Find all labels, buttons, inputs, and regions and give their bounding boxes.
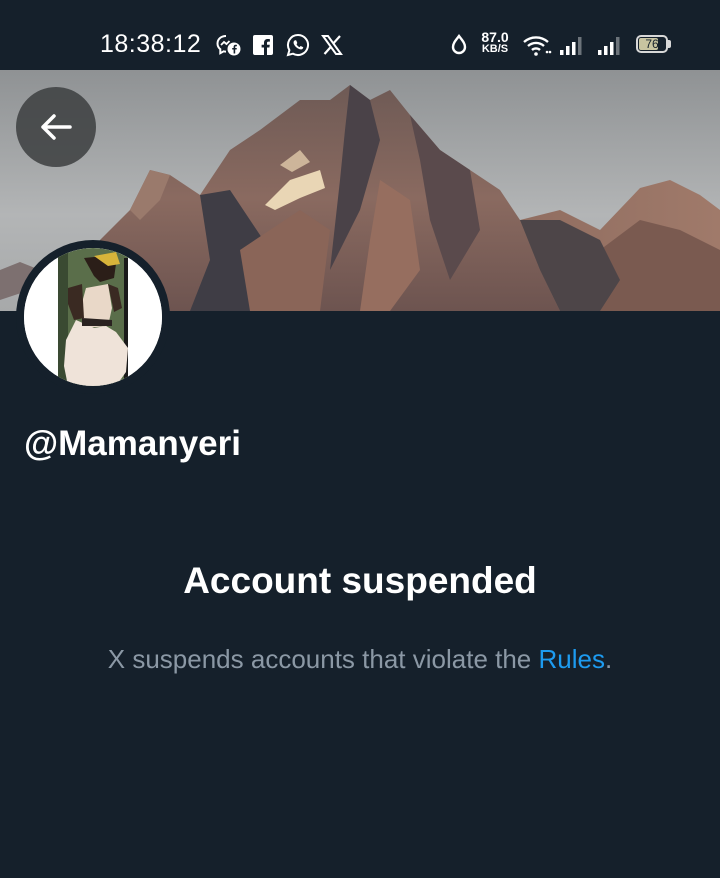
- profile-handle: @Mamanyeri: [24, 424, 241, 463]
- avatar-border: [16, 240, 170, 394]
- network-speed-value: 87.0: [481, 29, 509, 45]
- status-time: 18:38:12: [100, 30, 202, 58]
- facebook-icon: [253, 35, 273, 55]
- suspended-message-text: X suspends accounts that violate the: [107, 644, 539, 674]
- whatsapp-icon: [286, 33, 310, 57]
- battery-tip: [668, 40, 671, 48]
- network-speed: 87.0 KB/S: [478, 29, 512, 55]
- avatar[interactable]: [24, 248, 162, 386]
- wifi-icon: [523, 36, 552, 56]
- suspended-message: X suspends accounts that violate the Rul…: [0, 644, 720, 675]
- cell-signal-1-icon: [560, 37, 582, 55]
- data-saver-icon: [451, 34, 467, 55]
- rules-link[interactable]: Rules: [539, 644, 605, 674]
- suspended-title: Account suspended: [183, 560, 537, 601]
- x-icon: [321, 35, 343, 55]
- messenger-icon: [216, 35, 241, 56]
- suspended-message-end: .: [604, 644, 613, 674]
- status-bar: 18:38:12 87.0 KB/S 76: [0, 0, 720, 70]
- arrow-left-icon: [41, 114, 72, 140]
- battery-icon: 76: [636, 35, 668, 53]
- profile-page: 18:38:12 87.0 KB/S 76 @Mamanyeri Account…: [0, 0, 720, 878]
- network-speed-unit: KB/S: [481, 43, 509, 55]
- battery-level: 76: [645, 37, 659, 51]
- avatar-image: [24, 248, 162, 386]
- cell-signal-2-icon: [598, 37, 620, 55]
- back-button[interactable]: [16, 87, 96, 167]
